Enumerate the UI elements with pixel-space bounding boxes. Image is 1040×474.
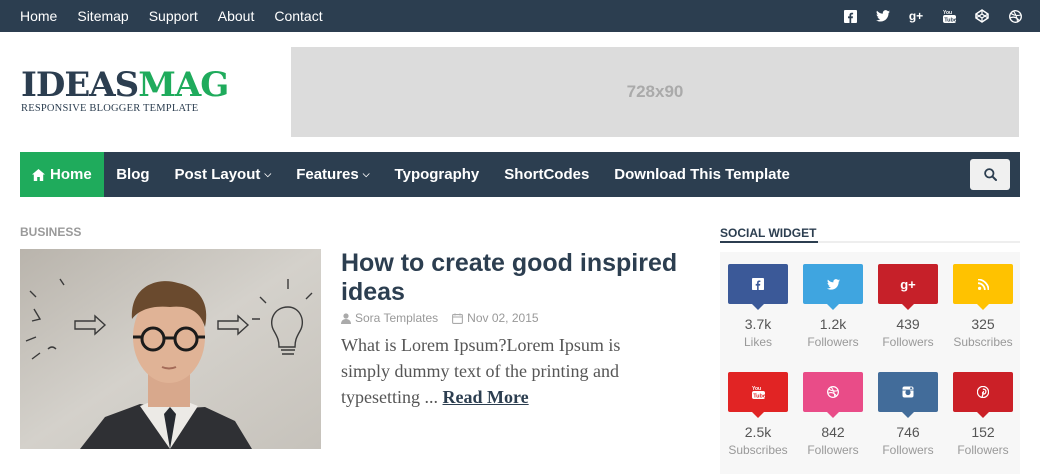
site-logo[interactable]: IDEASMAG RESPONSIVE BLOGGER TEMPLATE (21, 68, 231, 114)
post-excerpt: What is Lorem Ipsum?Lorem Ipsum is simpl… (341, 332, 671, 410)
social-count: 439 (896, 316, 920, 332)
rss-icon (953, 264, 1013, 310)
twitter-icon (803, 264, 863, 310)
social-widget: 3.7k Likes 1.2k Followers g+ 439 Followe… (720, 252, 1020, 474)
user-icon (341, 312, 351, 324)
social-label: Followers (957, 443, 1009, 457)
social-item-instagram[interactable]: 746 Followers (878, 372, 938, 457)
chevron-down-icon: ⌵ (362, 169, 370, 179)
logo-text-ideas: IDEAS (21, 65, 139, 105)
chevron-down-icon: ⌵ (264, 169, 272, 179)
social-count: 3.7k (744, 316, 772, 332)
nav-features-label: Features (296, 166, 359, 183)
social-label: Likes (743, 335, 772, 349)
top-nav-about[interactable]: About (218, 8, 255, 24)
post-author-label: Sora Templates (355, 311, 439, 325)
social-label: Followers (807, 443, 859, 457)
logo-text-mag: MAG (138, 65, 229, 105)
home-icon (32, 168, 45, 181)
main-nav: Home Blog Post Layout ⌵ Features ⌵ Typogra… (20, 152, 1020, 197)
search-icon (983, 168, 997, 181)
social-item-facebook[interactable]: 3.7k Likes (728, 264, 788, 349)
social-count: 2.5k (744, 424, 772, 440)
nav-shortcodes[interactable]: ShortCodes (492, 152, 602, 197)
post-title[interactable]: How to create good inspired ideas (341, 249, 691, 307)
post-category[interactable]: BUSINESS (20, 225, 81, 239)
top-nav: Home Sitemap Support About Contact (20, 0, 323, 32)
facebook-icon[interactable] (843, 9, 857, 23)
youtube-icon: You Tube (728, 372, 788, 418)
google-plus-icon: g+ (878, 264, 938, 310)
ad-banner[interactable]: 728x90 (291, 47, 1019, 137)
youtube-icon[interactable]: You Tube (942, 9, 956, 23)
nav-download-label: Download This Template (614, 166, 790, 183)
search-button[interactable] (970, 159, 1010, 190)
read-more-link[interactable]: Read More (443, 387, 529, 407)
nav-blog-label: Blog (116, 166, 150, 183)
dribbble-icon[interactable] (1008, 9, 1022, 23)
widget-title-divider (720, 241, 1020, 243)
social-label: Followers (882, 335, 934, 349)
post-date-label: Nov 02, 2015 (467, 311, 539, 325)
nav-features[interactable]: Features ⌵ (284, 152, 382, 197)
widget-title: SOCIAL WIDGET (720, 226, 817, 240)
svg-text:Tube: Tube (944, 18, 956, 24)
social-count: 152 (971, 424, 995, 440)
social-label: Subscribes (953, 335, 1013, 349)
nav-typography-label: Typography (394, 166, 480, 183)
twitter-icon[interactable] (876, 9, 890, 23)
social-item-dribbble[interactable]: 842 Followers (803, 372, 863, 457)
dribbble-icon (803, 372, 863, 418)
top-bar: Home Sitemap Support About Contact g+ Yo… (0, 0, 1040, 32)
ad-size-label: 728x90 (626, 82, 684, 101)
nav-download-template[interactable]: Download This Template (602, 152, 803, 197)
nav-home[interactable]: Home (20, 152, 104, 197)
social-item-youtube[interactable]: You Tube 2.5k Subscribes (728, 372, 788, 457)
nav-post-layout-label: Post Layout (174, 166, 261, 183)
pinterest-icon (953, 372, 1013, 418)
post-meta: Sora Templates Nov 02, 2015 (341, 311, 539, 325)
social-label: Followers (882, 443, 934, 457)
top-nav-home[interactable]: Home (20, 8, 57, 24)
nav-post-layout[interactable]: Post Layout ⌵ (162, 152, 284, 197)
social-count: 325 (971, 316, 995, 332)
social-count: 842 (821, 424, 845, 440)
instagram-icon (878, 372, 938, 418)
nav-typography[interactable]: Typography (382, 152, 492, 197)
top-nav-support[interactable]: Support (149, 8, 198, 24)
nav-shortcodes-label: ShortCodes (504, 166, 590, 183)
top-nav-sitemap[interactable]: Sitemap (77, 8, 128, 24)
social-count: 1.2k (819, 316, 847, 332)
google-plus-icon[interactable]: g+ (909, 9, 923, 23)
social-label: Subscribes (728, 443, 788, 457)
calendar-icon (452, 313, 464, 324)
social-count: 746 (896, 424, 920, 440)
social-item-pinterest[interactable]: 152 Followers (953, 372, 1013, 457)
post-author[interactable]: Sora Templates (341, 311, 438, 325)
facebook-icon (728, 264, 788, 310)
codepen-icon[interactable] (975, 9, 989, 23)
top-social: g+ You Tube (843, 0, 1022, 32)
nav-blog[interactable]: Blog (104, 152, 162, 197)
social-label: Followers (807, 335, 859, 349)
social-item-google-plus[interactable]: g+ 439 Followers (878, 264, 938, 349)
social-item-twitter[interactable]: 1.2k Followers (803, 264, 863, 349)
social-item-rss[interactable]: 325 Subscribes (953, 264, 1013, 349)
post-date: Nov 02, 2015 (452, 311, 539, 325)
post-thumbnail[interactable] (20, 249, 321, 449)
top-nav-contact[interactable]: Contact (274, 8, 322, 24)
svg-text:Tube: Tube (753, 394, 765, 400)
nav-home-label: Home (50, 166, 92, 183)
